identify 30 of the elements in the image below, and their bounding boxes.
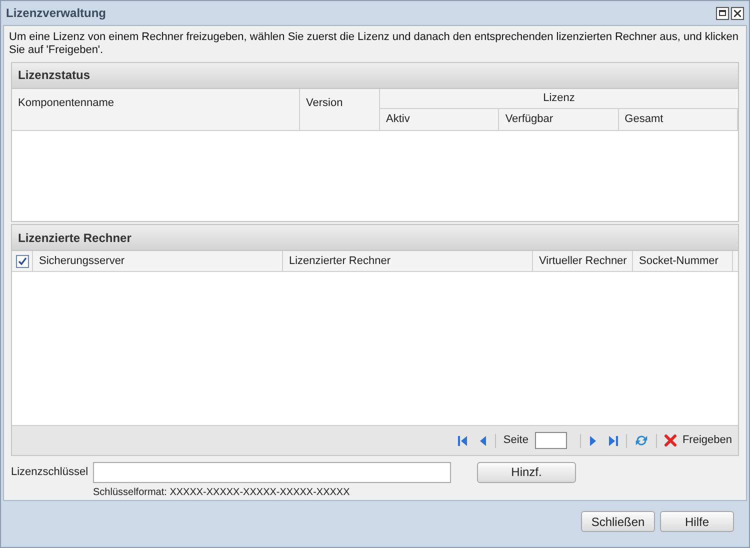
key-format-hint: Schlüsselformat: XXXXX-XXXXX-XXXXX-XXXXX-XXXXX [93,486,351,500]
dialog-button[interactable]: Hilfe [660,511,734,532]
cross-icon [664,434,678,448]
license-key-field[interactable] [93,462,451,483]
window-title: Lizenzverwaltung [6,5,106,22]
column-header[interactable]: Verfügbar [499,108,619,130]
column-header[interactable]: Aktiv [380,108,500,130]
panel-header: Lizenzierte Rechner [12,225,738,252]
column-header[interactable]: Gesamt [618,108,738,130]
column-header[interactable]: Virtueller Rechner [533,251,633,272]
column-header[interactable]: Lizenzierter Rechner [283,251,533,272]
page-label: Seite [503,433,528,448]
close-icon [734,10,741,16]
column-header[interactable]: Komponentenname [12,88,300,130]
panel-header: Lizenzstatus [12,62,738,89]
close-button[interactable] [731,6,744,20]
column-header[interactable]: Sicherungsserver [33,251,283,272]
column-group-header: Lizenz [380,88,738,109]
first-page-icon[interactable] [457,434,470,447]
last-page-icon[interactable] [607,434,620,447]
license-key-label: Lizenzschlüssel [11,464,90,480]
add-button[interactable]: Hinzf. [477,462,576,483]
maximize-button[interactable] [716,6,729,20]
page-field[interactable] [535,432,568,450]
dialog-button[interactable]: Schließen [581,511,655,532]
release-button[interactable]: Freigeben [664,432,732,449]
instruction-text: Um eine Lizenz von einem Rechner freizugeben, wählen Sie zuerst die Lizenz und danach den entsprechenden lizenzierten Rechner aus, und klicken Sie auf 'Freigeben'. [8,30,740,58]
column-header[interactable]: Socket-Nummer [633,251,733,272]
select-all-checkbox[interactable] [16,254,28,268]
column-header[interactable]: Version [300,88,380,130]
